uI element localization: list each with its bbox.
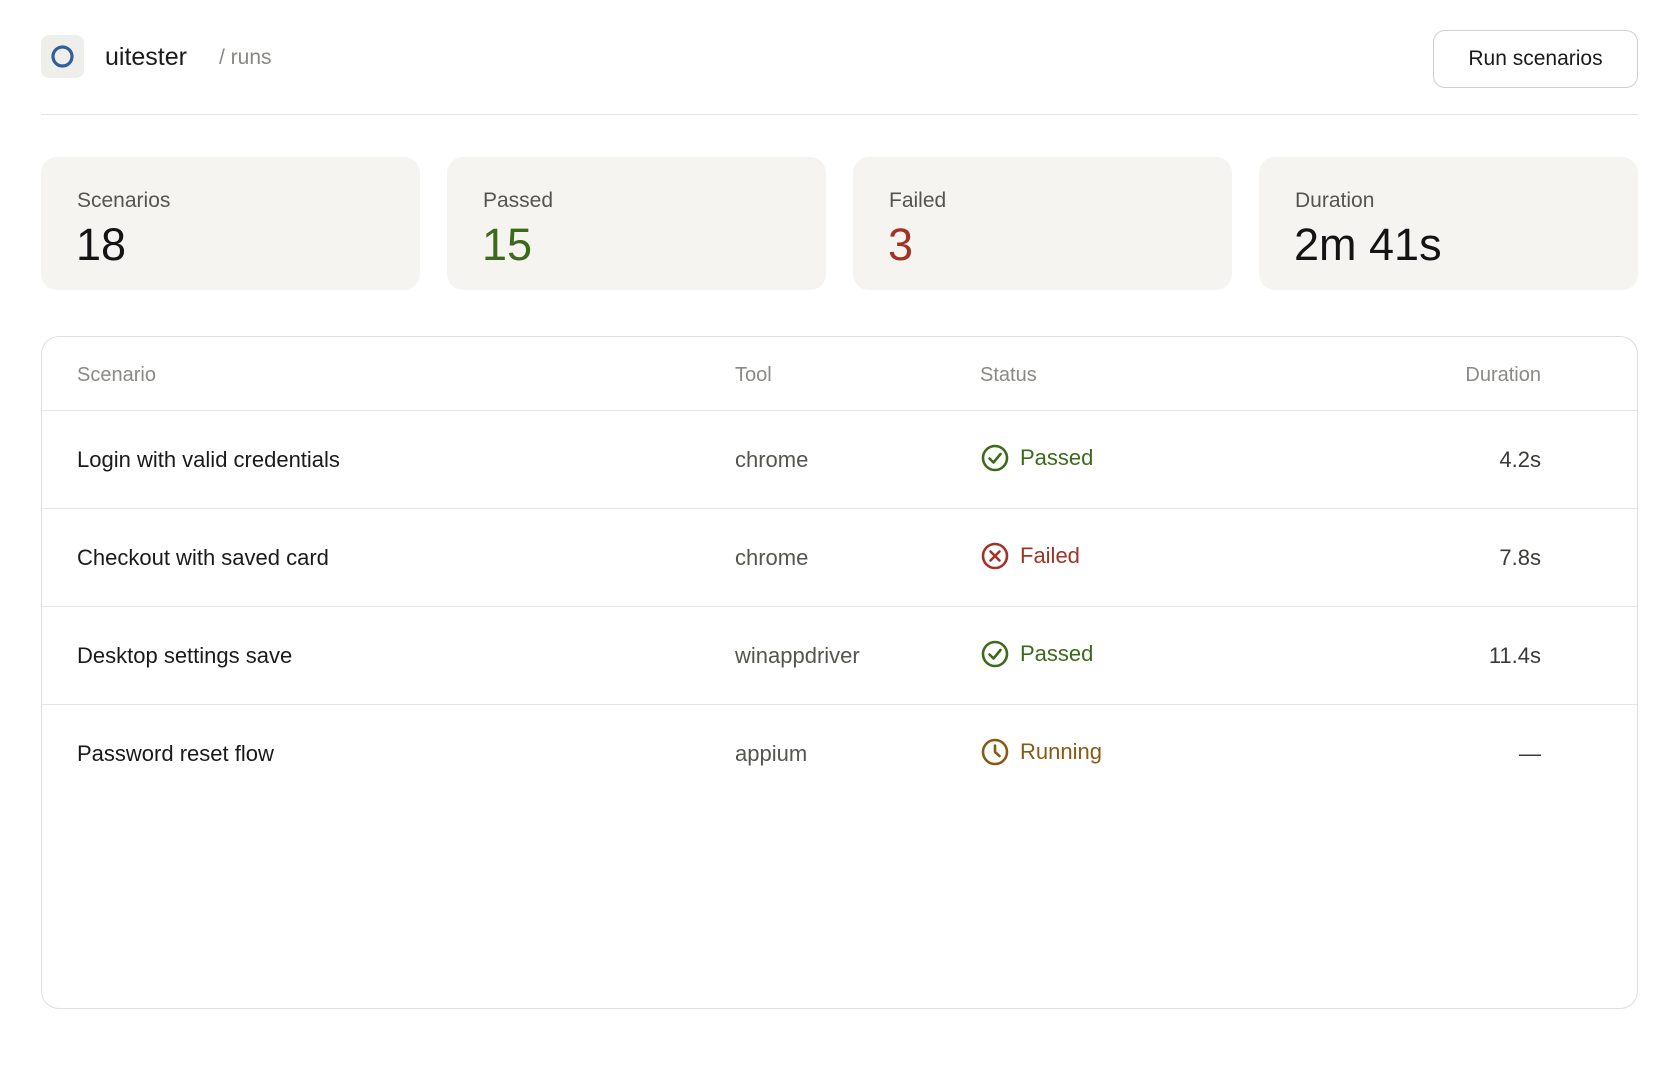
tool-name: chrome (735, 447, 809, 472)
app-name: uitester (105, 43, 187, 71)
column-header-duration[interactable]: Duration (1465, 363, 1541, 387)
stat-card-failed: Failed 3 (853, 157, 1232, 290)
logo (41, 35, 84, 78)
stat-value: 15 (482, 219, 533, 270)
scenario-name: Login with valid credentials (77, 447, 340, 472)
stat-label: Failed (889, 189, 947, 212)
stat-label: Passed (483, 189, 554, 212)
scenarios-table: Scenario Tool Status Duration Login with… (41, 336, 1638, 1009)
scenario-name: Checkout with saved card (77, 545, 329, 570)
stat-value: 2m 41s (1294, 219, 1442, 270)
run-duration: 4.2s (1499, 447, 1541, 472)
status-label: Passed (1020, 641, 1094, 666)
column-header-status[interactable]: Status (980, 363, 1037, 387)
stats-row: Scenarios 18 Passed 15 Failed 3 Duration… (41, 157, 1638, 290)
stat-label: Duration (1295, 189, 1375, 212)
tool-name: winappdriver (735, 643, 860, 668)
tool-name: chrome (735, 545, 809, 570)
table-row[interactable]: Password reset flow appium Running — (42, 705, 1637, 803)
status-badge: Passed (980, 639, 1093, 669)
run-duration: — (1519, 741, 1541, 766)
ring-logo-icon (51, 45, 74, 68)
run-duration: 7.8s (1499, 545, 1541, 570)
tool-name: appium (735, 741, 808, 766)
stat-card-scenarios: Scenarios 18 (41, 157, 420, 290)
x-circle-icon (981, 542, 1009, 570)
check-circle-icon (981, 444, 1009, 472)
status-badge: Running (980, 737, 1102, 767)
status-label: Failed (1020, 543, 1080, 568)
top-bar: uitester / runs Run scenarios (41, 30, 1638, 115)
run-duration: 11.4s (1488, 643, 1541, 668)
status-badge: Passed (980, 443, 1093, 473)
column-header-tool[interactable]: Tool (735, 363, 772, 387)
stat-card-passed: Passed 15 (447, 157, 826, 290)
check-circle-icon (981, 640, 1009, 668)
stat-label: Scenarios (77, 189, 171, 212)
table-row[interactable]: Desktop settings save winappdriver Passe… (42, 607, 1637, 705)
clock-icon (981, 738, 1009, 766)
scenario-name: Password reset flow (77, 741, 274, 766)
stat-value: 3 (888, 219, 914, 270)
status-badge: Failed (980, 541, 1080, 571)
status-label: Running (1020, 739, 1102, 764)
table-row[interactable]: Login with valid credentials chrome Pass… (42, 411, 1637, 509)
run-scenarios-button[interactable]: Run scenarios (1433, 30, 1638, 88)
table-row[interactable]: Checkout with saved card chrome Failed 7… (42, 509, 1637, 607)
breadcrumb: / runs (219, 46, 272, 69)
scenario-name: Desktop settings save (77, 643, 293, 668)
table-header: Scenario Tool Status Duration (42, 337, 1637, 411)
column-header-scenario[interactable]: Scenario (77, 363, 156, 387)
stat-card-duration: Duration 2m 41s (1259, 157, 1638, 290)
stat-value: 18 (76, 219, 127, 270)
status-label: Passed (1020, 445, 1094, 470)
